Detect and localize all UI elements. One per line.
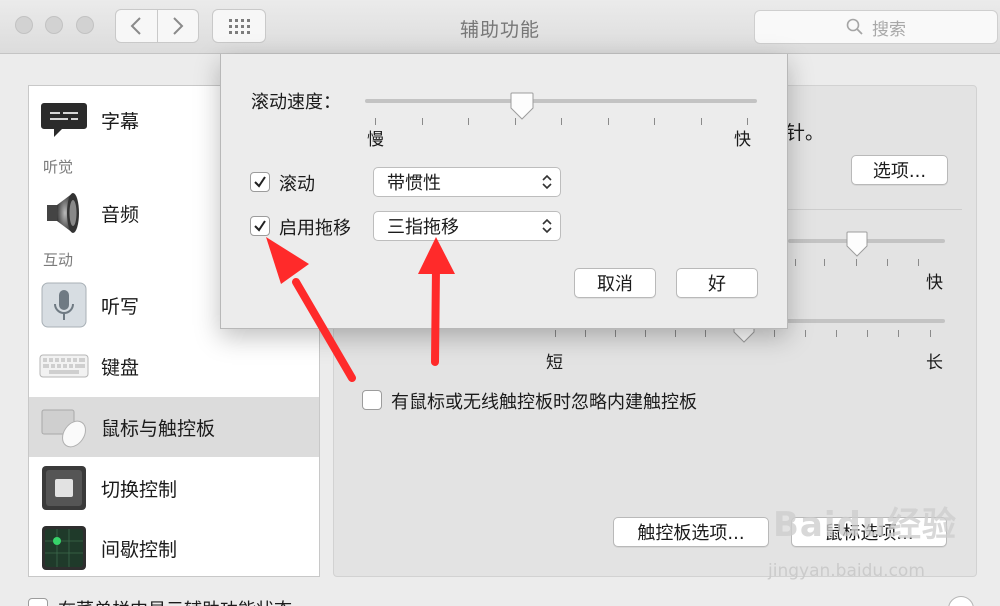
slider-tick — [856, 259, 857, 266]
enable-dragging-label: 启用拖移 — [279, 218, 351, 239]
search-placeholder: 搜索 — [872, 19, 906, 40]
slider-tick — [375, 118, 376, 125]
captions-icon — [41, 103, 87, 137]
scroll-speed-max-label: 快 — [734, 130, 751, 150]
slider-tick — [824, 259, 825, 266]
scrolling-checkbox[interactable] — [250, 172, 270, 192]
checkmark-icon — [254, 220, 266, 232]
section-interaction: 互动 — [43, 251, 74, 269]
slider-tick — [898, 330, 899, 337]
slider-tick — [654, 118, 655, 125]
sidebar-item-label: 鼠标与触控板 — [101, 417, 216, 440]
enable-dragging-checkbox[interactable] — [250, 216, 270, 236]
slider-max-label: 长 — [926, 353, 943, 373]
slider-tick — [805, 330, 806, 337]
scrolling-mode-popup[interactable]: 带惯性 — [373, 167, 561, 197]
slider-tick — [836, 330, 837, 337]
dwell-control-icon — [42, 526, 86, 570]
sidebar-item-keyboard[interactable]: 键盘 — [29, 336, 319, 396]
watermark-url: jingyan.baidu.com — [768, 561, 925, 581]
cancel-button[interactable]: 取消 — [574, 268, 656, 298]
speaker-icon — [47, 193, 79, 233]
slider-tick — [887, 259, 888, 266]
sidebar-item-label: 字幕 — [101, 110, 140, 133]
slider-tick — [421, 118, 423, 125]
trackpad-options-button[interactable]: 触控板选项... — [613, 517, 769, 547]
show-in-menubar-label: 在菜单栏中显示辅助功能状态 — [58, 596, 292, 606]
slider-tick — [918, 259, 919, 266]
slider-tick — [700, 118, 702, 125]
slider-tick — [585, 330, 586, 337]
ignore-builtin-trackpad-checkbox[interactable] — [362, 390, 382, 410]
slider-tick — [675, 330, 676, 337]
mouse-trackpad-options-sheet: 滚动速度： 慢 快 滚动 带惯性 启用拖移 三指拖移 取消 好 — [220, 54, 788, 329]
slider-tick — [705, 330, 706, 337]
mouse-trackpad-icon — [41, 409, 86, 448]
description-text-fragment: 针。 — [786, 122, 825, 144]
chevron-updown-icon — [542, 218, 552, 234]
scroll-speed-knob[interactable] — [510, 92, 534, 120]
show-in-menubar-checkbox[interactable] — [28, 598, 48, 606]
slider-tick — [645, 330, 646, 337]
divider — [788, 209, 962, 210]
slider-min-label: 短 — [546, 353, 563, 373]
sidebar-item-dwell-control[interactable]: 间歇控制 — [29, 518, 319, 576]
sidebar-item-mouse-trackpad[interactable]: 鼠标与触控板 — [29, 397, 319, 457]
ignore-builtin-trackpad-label: 有鼠标或无线触控板时忽略内建触控板 — [391, 392, 697, 413]
search-icon — [846, 18, 863, 35]
scrolling-mode-value: 带惯性 — [387, 173, 441, 194]
slider-knob[interactable] — [846, 231, 868, 257]
switch-control-icon — [42, 466, 86, 510]
checkmark-icon — [254, 176, 266, 188]
title-bar: 辅助功能 搜索 — [0, 0, 1000, 54]
slider-tick — [747, 118, 748, 125]
search-input[interactable]: 搜索 — [754, 10, 998, 44]
slider-tick — [930, 330, 931, 337]
slider-tick — [774, 330, 775, 337]
sidebar-item-label: 听写 — [101, 295, 140, 318]
sidebar-item-label: 切换控制 — [101, 478, 178, 501]
sidebar-item-label: 间歇控制 — [101, 538, 178, 561]
slider-tick — [615, 330, 616, 337]
scroll-speed-min-label: 慢 — [367, 130, 384, 150]
slider-tick — [867, 330, 868, 337]
slider-tick — [561, 118, 562, 125]
slider-tick — [795, 259, 796, 266]
chevron-updown-icon — [542, 174, 552, 190]
help-button[interactable] — [948, 596, 974, 606]
watermark-logo: Baidu经验 — [773, 505, 958, 545]
ok-button[interactable]: 好 — [676, 268, 758, 298]
slider-tick — [468, 118, 469, 125]
sidebar-item-label: 键盘 — [101, 356, 140, 379]
dragging-mode-value: 三指拖移 — [387, 217, 459, 238]
slider-tick — [555, 330, 556, 337]
scroll-speed-slider[interactable] — [365, 99, 757, 103]
options-button[interactable]: 选项... — [851, 155, 948, 185]
dragging-mode-popup[interactable]: 三指拖移 — [373, 211, 561, 241]
scroll-speed-label: 滚动速度： — [251, 92, 341, 113]
slider-max-label: 快 — [926, 273, 943, 293]
sidebar-item-switch-control[interactable]: 切换控制 — [29, 458, 319, 518]
microphone-icon — [41, 282, 87, 328]
slider-tick — [607, 118, 609, 125]
keyboard-icon — [39, 354, 89, 378]
section-hearing: 听觉 — [43, 158, 74, 176]
sidebar-item-label: 音频 — [101, 203, 140, 226]
scrolling-label: 滚动 — [279, 174, 315, 195]
